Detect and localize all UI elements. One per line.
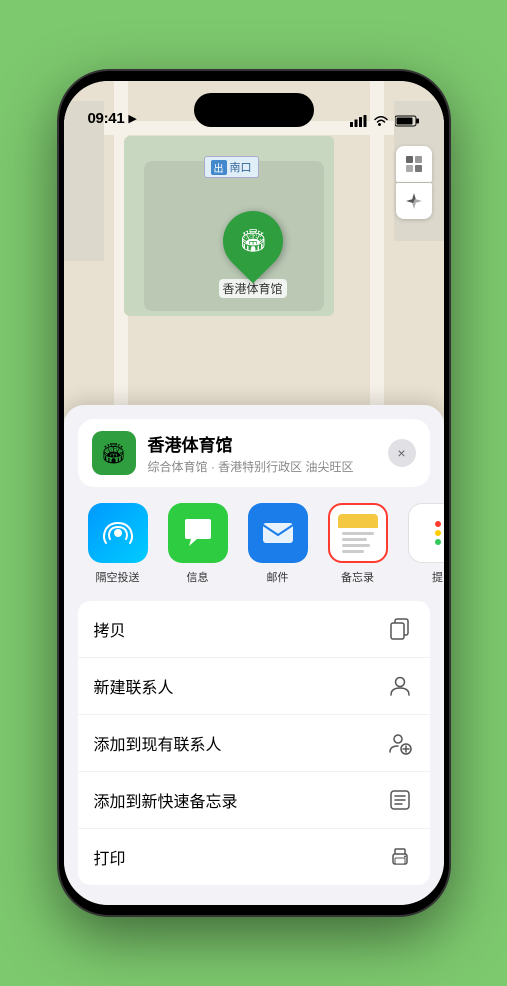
battery-icon — [395, 115, 420, 127]
action-list: 拷贝 新建联系人 — [78, 601, 430, 885]
copy-svg — [389, 618, 411, 640]
share-messages[interactable]: 信息 — [158, 503, 238, 585]
airdrop-label: 隔空投送 — [96, 569, 140, 585]
new-contact-icon — [386, 672, 414, 700]
action-copy[interactable]: 拷贝 — [78, 601, 430, 658]
more-icon — [408, 503, 444, 563]
quick-note-label: 添加到新快速备忘录 — [94, 788, 238, 812]
wifi-icon — [373, 115, 389, 127]
map-controls — [396, 146, 432, 219]
location-info: 香港体育馆 综合体育馆 · 香港特别行政区 油尖旺区 — [148, 431, 376, 475]
share-mail[interactable]: 邮件 — [238, 503, 318, 585]
map-type-icon — [404, 154, 424, 174]
share-airdrop[interactable]: 隔空投送 — [78, 503, 158, 585]
venue-icon: 🏟 — [92, 431, 136, 475]
bottom-sheet: 🏟 香港体育馆 综合体育馆 · 香港特别行政区 油尖旺区 × — [64, 405, 444, 905]
notes-label: 备忘录 — [341, 569, 374, 585]
location-header: 🏟 香港体育馆 综合体育馆 · 香港特别行政区 油尖旺区 × — [78, 419, 430, 487]
share-more[interactable]: 提 — [398, 503, 444, 585]
map-exit-label: 出 南口 — [204, 156, 259, 178]
dynamic-island — [194, 93, 314, 127]
status-time: 09:41 — [88, 110, 125, 127]
mail-svg — [261, 519, 295, 547]
action-print[interactable]: 打印 — [78, 829, 430, 885]
print-icon — [386, 843, 414, 871]
map-type-button[interactable] — [396, 146, 432, 182]
copy-label: 拷贝 — [94, 617, 126, 641]
notes-icon — [328, 503, 388, 563]
close-icon: × — [397, 445, 405, 461]
more-label: 提 — [432, 569, 443, 585]
messages-svg — [181, 517, 215, 549]
person-svg — [389, 675, 411, 697]
action-new-contact[interactable]: 新建联系人 — [78, 658, 430, 715]
print-svg — [389, 846, 411, 868]
location-subtitle: 综合体育馆 · 香港特别行政区 油尖旺区 — [148, 458, 376, 475]
copy-icon — [386, 615, 414, 643]
location-name: 香港体育馆 — [148, 431, 376, 456]
new-contact-label: 新建联系人 — [94, 674, 174, 698]
close-button[interactable]: × — [388, 439, 416, 467]
airdrop-svg — [102, 517, 134, 549]
messages-label: 信息 — [187, 569, 209, 585]
mail-label: 邮件 — [267, 569, 289, 585]
location-arrow-icon: ▶ — [128, 112, 136, 125]
add-contact-label: 添加到现有联系人 — [94, 731, 222, 755]
signal-icon — [350, 115, 367, 127]
location-button[interactable] — [396, 183, 432, 219]
airdrop-icon — [88, 503, 148, 563]
add-contact-icon — [386, 729, 414, 757]
note-svg — [389, 789, 411, 811]
share-row: 隔空投送 信息 — [64, 487, 444, 593]
compass-icon — [405, 192, 423, 210]
action-add-contact[interactable]: 添加到现有联系人 — [78, 715, 430, 772]
location-pin: 🏟 香港体育馆 — [219, 211, 287, 298]
phone-frame: 09:41 ▶ — [59, 71, 449, 915]
status-icons — [350, 115, 420, 127]
quick-note-icon — [386, 786, 414, 814]
person-add-svg — [388, 731, 412, 755]
print-label: 打印 — [94, 845, 126, 869]
mail-icon — [248, 503, 308, 563]
messages-icon — [168, 503, 228, 563]
phone-screen: 09:41 ▶ — [64, 81, 444, 905]
share-notes[interactable]: 备忘录 — [318, 503, 398, 585]
action-quick-note[interactable]: 添加到新快速备忘录 — [78, 772, 430, 829]
